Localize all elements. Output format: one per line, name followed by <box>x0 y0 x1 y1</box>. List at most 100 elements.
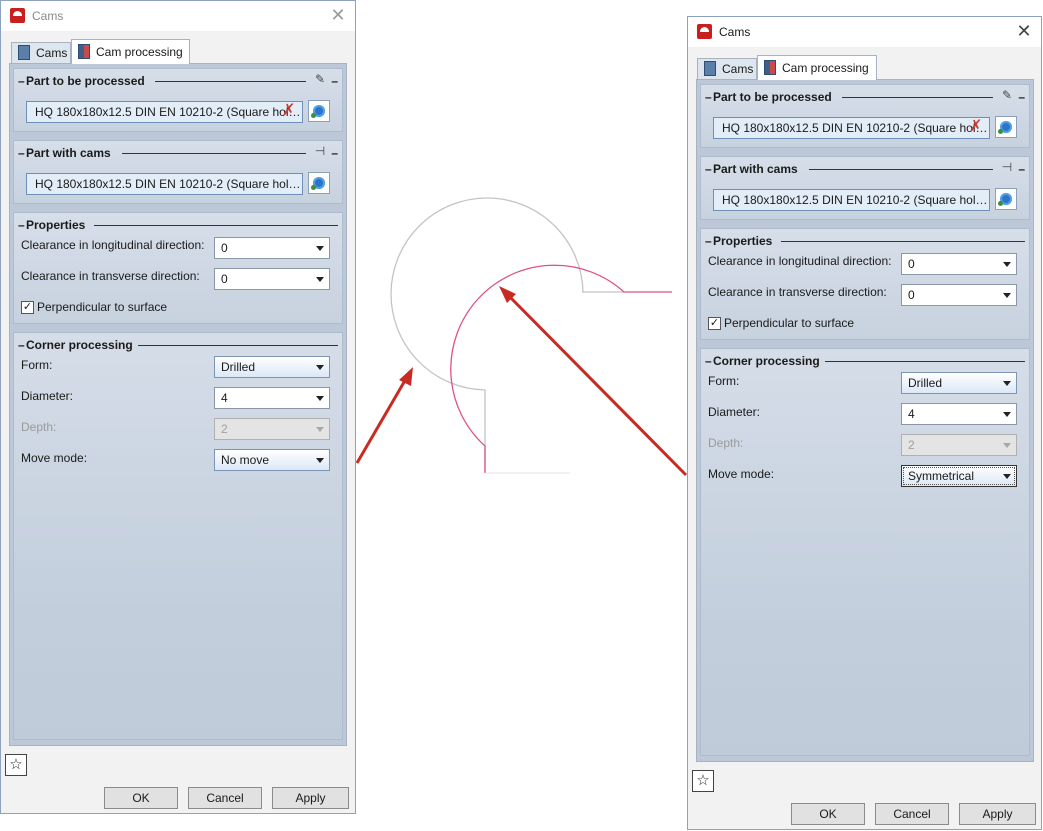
close-icon[interactable]: ✕ <box>329 6 347 24</box>
tab-label: Cam processing <box>96 45 183 59</box>
pin-icon[interactable]: ✎ <box>999 88 1015 102</box>
tab-cams[interactable]: Cams <box>11 42 71 64</box>
cancel-button[interactable]: Cancel <box>875 803 949 825</box>
part-to-be-processed-field[interactable]: HQ 180x180x12.5 DIN EN 10210-2 (Square h… <box>713 117 990 139</box>
combo-value: Drilled <box>221 360 256 374</box>
gear-icon <box>311 105 325 118</box>
gear-icon <box>998 121 1012 134</box>
part-with-cams-field[interactable]: HQ 180x180x12.5 DIN EN 10210-2 (Square h… <box>26 173 303 195</box>
diameter-label: Diameter: <box>21 389 74 403</box>
combo-value: 4 <box>221 391 228 405</box>
move-mode-label: Move mode: <box>708 467 775 481</box>
cancel-button[interactable]: Cancel <box>188 787 262 809</box>
group-part-to-be-processed: – Part to be processed ✎ – HQ 180x180x12.… <box>13 68 343 132</box>
cams-dialog-right: Cams ✕ Cams Cam processing – Part to be p… <box>687 16 1042 830</box>
cams-dialog-left: Cams ✕ Cams Cam processing – Part to be p… <box>0 0 356 814</box>
group-part-with-cams: – Part with cams ⊣ – HQ 180x180x12.5 DIN … <box>700 156 1030 220</box>
form-label: Form: <box>708 374 740 388</box>
apply-button[interactable]: Apply <box>272 787 349 809</box>
ok-button[interactable]: OK <box>791 803 865 825</box>
combo-value: 0 <box>908 257 915 271</box>
pin-icon[interactable]: ✎ <box>312 72 328 86</box>
part-with-cams-field[interactable]: HQ 180x180x12.5 DIN EN 10210-2 (Square h… <box>713 189 990 211</box>
tab-panel: – Part to be processed ✎ – HQ 180x180x12.… <box>696 79 1034 762</box>
combo-value: 4 <box>908 407 915 421</box>
title-bar[interactable]: Cams ✕ <box>688 17 1041 47</box>
clearance-transverse-combo[interactable]: 0 <box>901 284 1017 306</box>
group-properties: – Properties Clearance in longitudinal di… <box>700 228 1030 340</box>
tab-label: Cams <box>36 46 68 60</box>
combo-value: No move <box>221 453 270 467</box>
form-label: Form: <box>21 358 53 372</box>
group-title: Part with cams <box>26 146 111 160</box>
group-title: Part to be processed <box>713 90 832 104</box>
form-dropdown[interactable]: Drilled <box>214 356 330 378</box>
remove-x-icon[interactable]: ✗ <box>282 103 296 119</box>
tab-label: Cams <box>722 62 754 76</box>
perpendicular-checkbox[interactable]: ✓ <box>21 301 34 314</box>
chevron-down-icon <box>1003 474 1011 479</box>
favorites-button[interactable]: ☆ <box>5 754 27 776</box>
perpendicular-label: Perpendicular to surface <box>724 316 855 330</box>
chevron-down-icon <box>316 458 324 463</box>
diameter-combo[interactable]: 4 <box>214 387 330 409</box>
pin-horizontal-icon[interactable]: ⊣ <box>999 160 1015 174</box>
select-part-button[interactable] <box>995 116 1017 138</box>
chevron-down-icon <box>316 396 324 401</box>
tab-cam-processing[interactable]: Cam processing <box>71 39 190 64</box>
combo-value: Drilled <box>908 376 943 390</box>
arrow-right <box>499 286 688 477</box>
chevron-down-icon <box>316 246 324 251</box>
remove-x-icon[interactable]: ✗ <box>969 119 983 135</box>
combo-value: 0 <box>221 241 228 255</box>
group-corner-processing: – Corner processing Form: Drilled Diamete… <box>700 348 1030 756</box>
group-title: Corner processing <box>713 354 820 368</box>
combo-value: 2 <box>908 438 915 452</box>
part-to-be-processed-field[interactable]: HQ 180x180x12.5 DIN EN 10210-2 (Square h… <box>26 101 303 123</box>
close-icon[interactable]: ✕ <box>1015 22 1033 40</box>
combo-value: Symmetrical <box>908 469 975 483</box>
apply-button[interactable]: Apply <box>959 803 1036 825</box>
clearance-transverse-label: Clearance in transverse direction: <box>21 269 200 283</box>
clearance-transverse-label: Clearance in transverse direction: <box>708 285 887 299</box>
chevron-down-icon <box>1003 443 1011 448</box>
combo-value: 2 <box>221 422 228 436</box>
pin-horizontal-icon[interactable]: ⊣ <box>312 144 328 158</box>
move-mode-dropdown[interactable]: Symmetrical <box>901 465 1017 487</box>
move-mode-label: Move mode: <box>21 451 88 465</box>
gear-icon <box>311 177 325 190</box>
clearance-longitudinal-combo[interactable]: 0 <box>901 253 1017 275</box>
perpendicular-checkbox[interactable]: ✓ <box>708 317 721 330</box>
star-icon: ☆ <box>9 756 23 773</box>
tab-cam-processing[interactable]: Cam processing <box>757 55 877 80</box>
favorites-button[interactable]: ☆ <box>692 770 714 792</box>
group-title: Part to be processed <box>26 74 145 88</box>
tab-cams[interactable]: Cams <box>697 58 757 80</box>
form-dropdown[interactable]: Drilled <box>901 372 1017 394</box>
tab-label: Cam processing <box>782 61 869 75</box>
combo-value: 0 <box>908 288 915 302</box>
clearance-longitudinal-combo[interactable]: 0 <box>214 237 330 259</box>
diameter-label: Diameter: <box>708 405 761 419</box>
clearance-longitudinal-label: Clearance in longitudinal direction: <box>21 238 205 252</box>
ok-button[interactable]: OK <box>104 787 178 809</box>
chevron-down-icon <box>1003 381 1011 386</box>
group-title: Part with cams <box>713 162 798 176</box>
depth-combo: 2 <box>901 434 1017 456</box>
title-bar[interactable]: Cams ✕ <box>1 1 355 31</box>
clearance-transverse-combo[interactable]: 0 <box>214 268 330 290</box>
cam-processing-tab-icon <box>78 44 90 60</box>
diameter-combo[interactable]: 4 <box>901 403 1017 425</box>
group-title: Properties <box>26 218 86 232</box>
select-cams-part-button[interactable] <box>308 172 330 194</box>
select-part-button[interactable] <box>308 100 330 122</box>
group-part-to-be-processed: – Part to be processed ✎ – HQ 180x180x12.… <box>700 84 1030 148</box>
group-title: Corner processing <box>26 338 133 352</box>
perpendicular-label: Perpendicular to surface <box>37 300 168 314</box>
chevron-down-icon <box>316 427 324 432</box>
move-mode-dropdown[interactable]: No move <box>214 449 330 471</box>
arrow-left <box>355 367 413 464</box>
select-cams-part-button[interactable] <box>995 188 1017 210</box>
combo-value: 0 <box>221 272 228 286</box>
app-logo-icon <box>697 24 712 39</box>
